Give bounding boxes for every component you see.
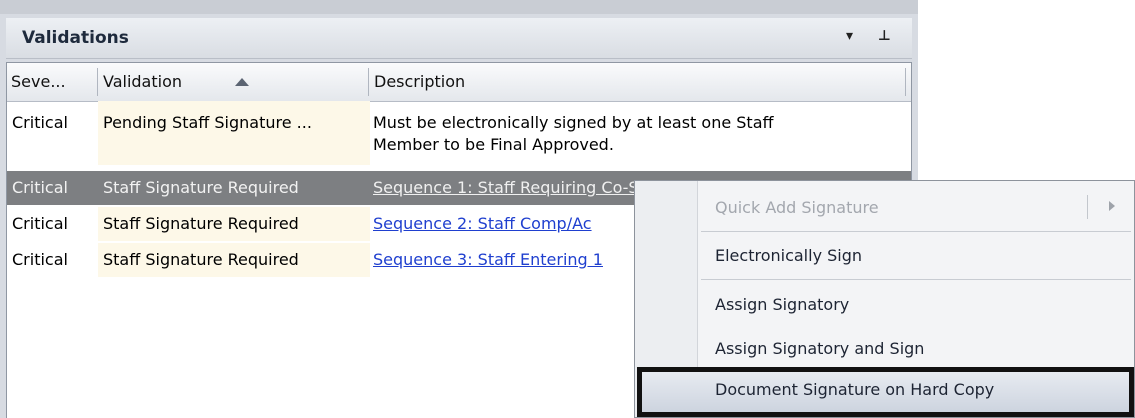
severity-cell: Critical: [12, 113, 68, 132]
menu-item-quick-add-signature[interactable]: Quick Add Signature: [715, 198, 879, 217]
validation-cell: Staff Signature Required: [103, 178, 299, 197]
menu-separator: [701, 231, 1131, 232]
severity-cell: Critical: [12, 250, 68, 269]
validation-cell: Staff Signature Required: [103, 250, 299, 269]
column-divider[interactable]: [368, 68, 369, 96]
column-header-description[interactable]: Description: [370, 63, 908, 101]
panel-top-strip: [0, 0, 918, 14]
table-row[interactable]: Critical Pending Staff Signature ... Mus…: [7, 101, 911, 165]
column-header-severity[interactable]: Seve...: [7, 63, 95, 101]
menu-item-assign-signatory-and-sign[interactable]: Assign Signatory and Sign: [715, 339, 924, 358]
column-header-validation[interactable]: Validation: [99, 63, 367, 101]
description-cell-line1: Must be electronically signed by at leas…: [373, 113, 774, 132]
menu-separator: [701, 279, 1131, 280]
panel-titlebar: Validations ▾ ⊥: [6, 18, 912, 59]
validation-cell: Pending Staff Signature ...: [103, 113, 312, 132]
menu-item-electronically-sign[interactable]: Electronically Sign: [715, 246, 862, 265]
severity-cell: Critical: [12, 214, 68, 233]
severity-cell: Critical: [12, 178, 68, 197]
validation-cell-bg: [98, 101, 370, 165]
menu-item-assign-signatory[interactable]: Assign Signatory: [715, 295, 849, 314]
description-cell-line2: Member to be Final Approved.: [373, 135, 614, 154]
menu-item-document-signature-hard-copy[interactable]: Document Signature on Hard Copy: [715, 380, 994, 399]
grid-header: Seve... Validation Description: [7, 63, 911, 102]
description-link[interactable]: Sequence 3: Staff Entering 1: [373, 250, 603, 269]
submenu-arrow-icon: [1109, 201, 1115, 211]
description-link[interactable]: Sequence 1: Staff Requiring Co-Sign...: [373, 178, 679, 197]
validation-cell: Staff Signature Required: [103, 214, 299, 233]
description-link[interactable]: Sequence 2: Staff Comp/Ac: [373, 214, 592, 233]
column-divider[interactable]: [97, 68, 98, 96]
panel-title: Validations: [22, 28, 129, 48]
column-divider[interactable]: [905, 68, 906, 96]
pin-icon[interactable]: ⊥: [878, 28, 891, 44]
context-menu: Quick Add Signature Electronically Sign …: [634, 180, 1135, 418]
sort-ascending-icon: [235, 78, 249, 86]
submenu-divider: [1087, 195, 1088, 219]
dropdown-icon[interactable]: ▾: [846, 28, 853, 44]
